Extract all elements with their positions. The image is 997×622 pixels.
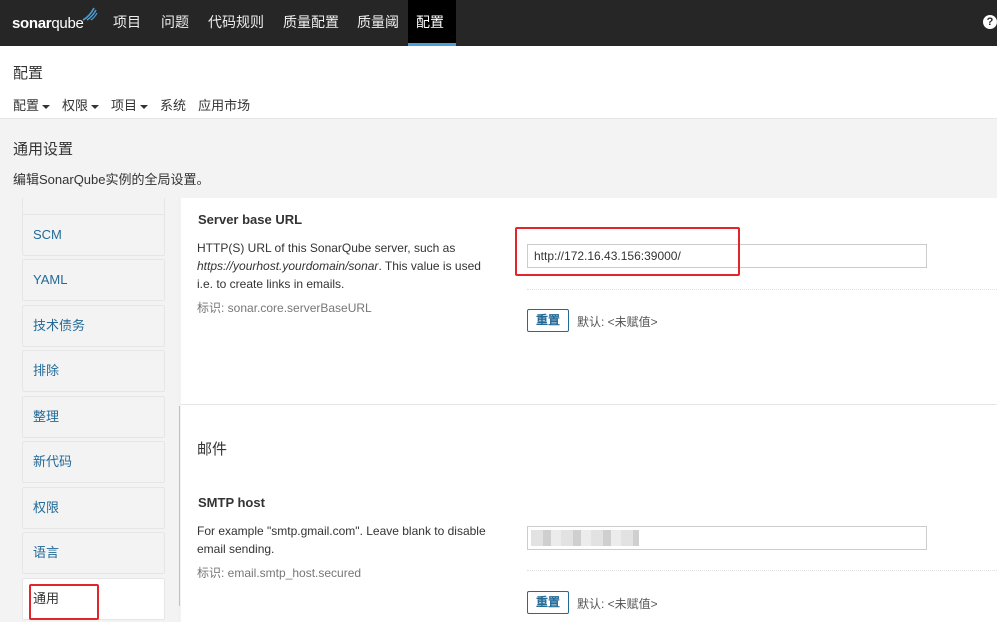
divider (181, 404, 997, 405)
redacted-value-mask (531, 530, 639, 546)
smtp-host-input[interactable] (527, 526, 927, 550)
help-icon[interactable]: ? (983, 15, 997, 29)
default-value: 默认: <未赋值> (577, 597, 658, 611)
nav-rules[interactable]: 代码规则 (200, 0, 272, 46)
category-item-exclusions[interactable]: 排除 (22, 350, 165, 392)
dotted-separator (527, 289, 997, 290)
category-item-new-code[interactable]: 新代码 (22, 441, 165, 483)
dotted-separator (527, 570, 997, 571)
nav-issues[interactable]: 问题 (153, 0, 197, 46)
sidebar-scrollbar[interactable] (178, 198, 180, 622)
reset-button[interactable]: 重置 (527, 591, 569, 614)
category-item-housekeeping[interactable]: 整理 (22, 396, 165, 438)
setting-key-server-url: 标识: sonar.core.serverBaseURL (197, 301, 372, 315)
category-title-email: 邮件 (197, 441, 228, 458)
section-description: 编辑SonarQube实例的全局设置。 (13, 172, 210, 187)
subnav-marketplace[interactable]: 应用市场 (198, 95, 250, 120)
nav-quality-gates[interactable]: 质量阈 (349, 0, 407, 46)
subnav-security[interactable]: 权限 (62, 95, 100, 120)
reset-button[interactable]: 重置 (527, 309, 569, 332)
chevron-down-icon (140, 104, 149, 109)
setting-name-server-url: Server base URL (198, 212, 303, 227)
server-url-input[interactable]: http://172.16.43.156:39000/ (527, 244, 927, 268)
setting-name-smtp-host: SMTP host (198, 495, 265, 510)
top-navbar: sonarqube 项目 问题 代码规则 质量配置 质量阈 配置 ? (0, 0, 997, 46)
category-item-languages[interactable]: 语言 (22, 532, 165, 574)
subnav-configuration[interactable]: 配置 (13, 95, 51, 120)
page-title: 配置 (13, 65, 44, 82)
settings-category-sidebar: SCM YAML 技术债务 排除 整理 新代码 权限 语言 通用 (12, 198, 180, 622)
subnav-projects[interactable]: 项目 (111, 95, 149, 120)
setting-description-server-url: HTTP(S) URL of this SonarQube server, su… (197, 241, 481, 291)
logo-waves-icon (82, 7, 98, 21)
setting-description-smtp-host: For example "smtp.gmail.com". Leave blan… (197, 524, 486, 556)
settings-panel: Server base URL HTTP(S) URL of this Sona… (181, 198, 997, 622)
logo-text: sonarqube (12, 14, 84, 32)
admin-subnav: 配置 权限 项目 系统 应用市场 (13, 95, 262, 120)
nav-quality-profiles[interactable]: 质量配置 (275, 0, 347, 46)
sidebar-scrollbar-thumb[interactable] (179, 406, 180, 606)
chevron-down-icon (42, 104, 51, 109)
nav-projects[interactable]: 项目 (105, 0, 149, 46)
category-item-technical-debt[interactable]: 技术债务 (22, 305, 165, 347)
subnav-system[interactable]: 系统 (160, 95, 186, 120)
category-item-scm[interactable]: SCM (22, 214, 165, 256)
setting-key-smtp-host: 标识: email.smtp_host.secured (197, 566, 362, 580)
chevron-down-icon (91, 104, 100, 109)
category-item-yaml[interactable]: YAML (22, 259, 165, 301)
category-item-general[interactable]: 通用 (22, 578, 165, 620)
sonarqube-logo[interactable]: sonarqube (12, 7, 98, 38)
category-item-security[interactable]: 权限 (22, 487, 165, 529)
section-title: 通用设置 (13, 141, 74, 158)
default-value: 默认: <未赋值> (577, 315, 658, 329)
nav-administration[interactable]: 配置 (408, 0, 456, 46)
